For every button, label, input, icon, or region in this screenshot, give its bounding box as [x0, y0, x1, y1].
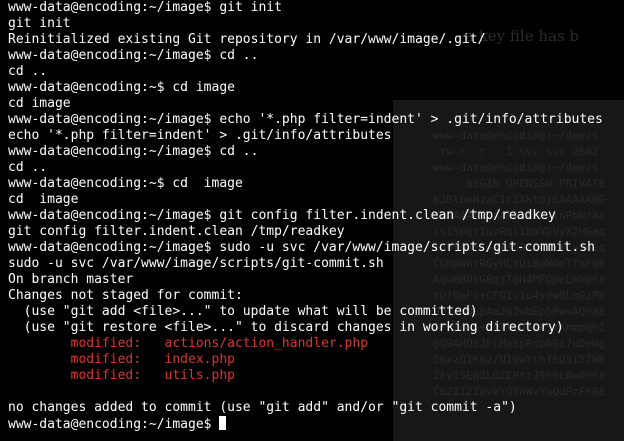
terminal-line: git init	[8, 16, 71, 31]
terminal-line: git config filter.indent.clean /tmp/read…	[8, 224, 345, 239]
terminal-output: www-data@encoding:~/image$ git init git i…	[8, 0, 624, 432]
terminal-line: echo '*.php filter=indent' > .git/info/a…	[8, 128, 392, 143]
modified-file-line: modified: actions/action_handler.php	[8, 336, 369, 351]
terminal-line: www-data@encoding:~/image$ sudo -u svc /…	[8, 240, 595, 255]
terminal-line: cd image	[8, 96, 71, 111]
terminal-line: www-data@encoding:~/image$ git config fi…	[8, 208, 556, 223]
modified-file-line: modified: utils.php	[8, 368, 235, 383]
terminal-line: sudo -u svc /var/www/image/scripts/git-c…	[8, 256, 384, 271]
terminal-line: (use "git add <file>..." to update what …	[8, 304, 478, 319]
prompt-line[interactable]: www-data@encoding:~/image$	[8, 416, 624, 432]
terminal-window[interactable]: a key file has b www-data@encoding:~/dev…	[0, 0, 624, 441]
terminal-line: www-data@encoding:~/image$ git init	[8, 0, 282, 15]
terminal-line: On branch master	[8, 272, 134, 287]
shell-prompt: www-data@encoding:~/image$	[8, 417, 220, 432]
terminal-line: www-data@encoding:~/image$ cd ..	[8, 48, 259, 63]
terminal-line: Reinitialized existing Git repository in…	[8, 32, 486, 47]
terminal-line: cd ..	[8, 160, 48, 175]
terminal-line: www-data@encoding:~/image$ echo '*.php f…	[8, 112, 603, 127]
terminal-line: cd ..	[8, 64, 48, 79]
terminal-line: (use "git restore <file>..." to discard …	[8, 320, 564, 335]
terminal-line: cd image	[8, 192, 79, 207]
modified-file-line: modified: index.php	[8, 352, 235, 367]
terminal-line: no changes added to commit (use "git add…	[8, 400, 517, 415]
terminal-line: www-data@encoding:~$ cd image	[8, 176, 243, 191]
terminal-line: www-data@encoding:~$ cd image	[8, 80, 235, 95]
terminal-line: www-data@encoding:~/image$ cd ..	[8, 144, 259, 159]
terminal-line: Changes not staged for commit:	[8, 288, 243, 303]
cursor-icon	[219, 416, 227, 430]
